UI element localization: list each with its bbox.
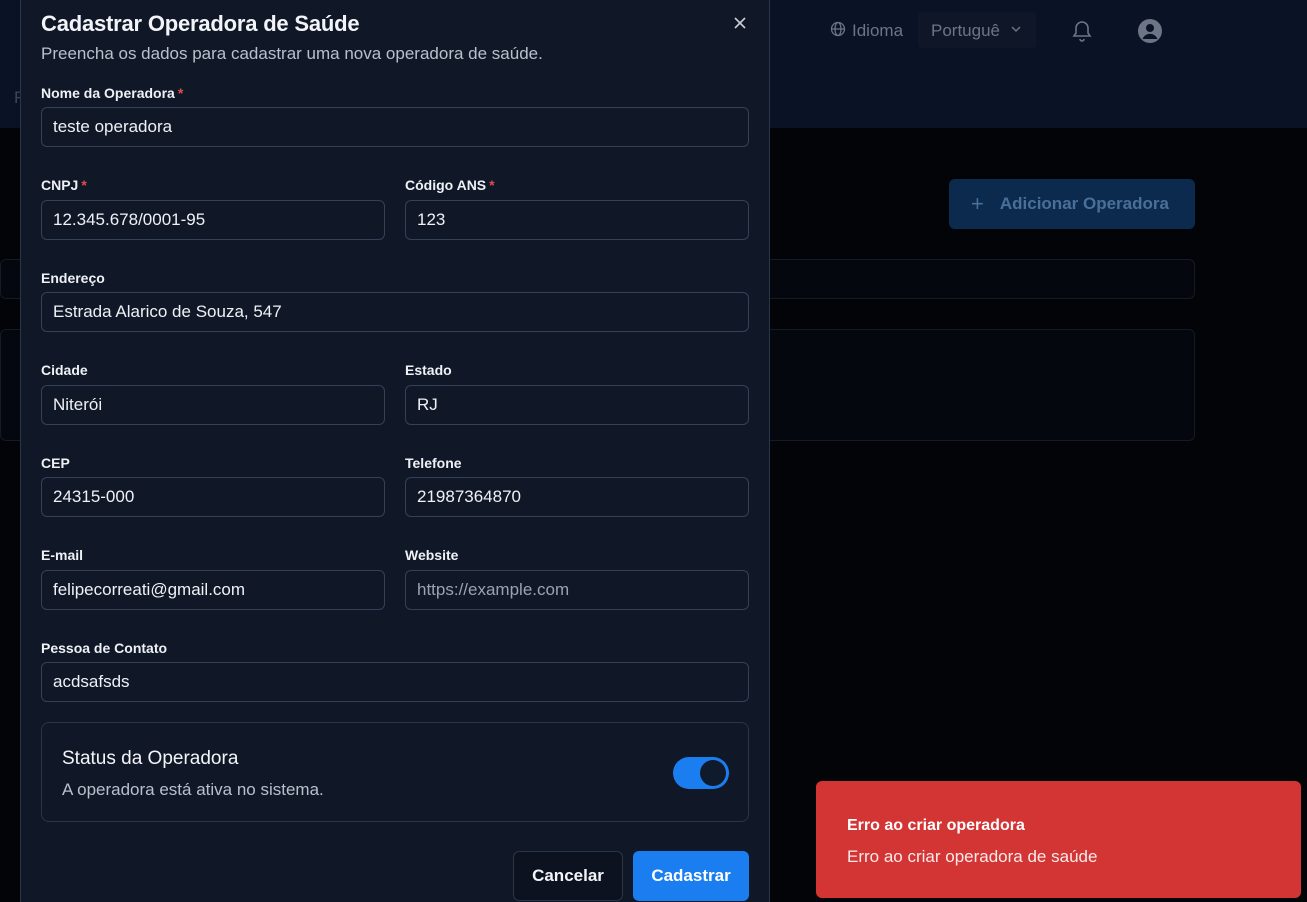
estado-label: Estado	[405, 362, 452, 378]
cancel-button[interactable]: Cancelar	[513, 851, 623, 901]
create-operadora-dialog: Cadastrar Operadora de Saúde Preencha os…	[20, 0, 770, 902]
contato-label: Pessoa de Contato	[41, 640, 168, 656]
cidade-input[interactable]	[41, 385, 385, 425]
toast-description: Erro ao criar operadora de saúde	[847, 847, 1098, 866]
website-label: Website	[405, 547, 459, 563]
toast-title: Erro ao criar operadora	[847, 817, 1025, 834]
cep-label: CEP	[41, 455, 70, 471]
required-mark: *	[177, 85, 184, 101]
cep-input[interactable]	[41, 477, 385, 517]
toggle-knob	[700, 760, 726, 786]
email-input[interactable]	[41, 570, 385, 610]
error-toast[interactable]: Erro ao criar operadora Erro ao criar op…	[816, 781, 1301, 898]
chevron-down-icon	[1011, 26, 1021, 32]
required-mark: *	[489, 177, 495, 193]
codigo-ans-label-text: Código ANS	[405, 177, 487, 193]
status-card: Status da Operadora A operadora está ati…	[41, 722, 749, 822]
estado-input[interactable]	[405, 385, 749, 425]
user-avatar-icon[interactable]	[1137, 18, 1163, 44]
close-button[interactable]	[730, 13, 750, 33]
language-select-value: Portuguê	[931, 21, 1000, 40]
language-label: Idioma	[830, 21, 903, 41]
status-title: Status da Operadora	[62, 748, 239, 769]
language-label-text: Idioma	[852, 21, 904, 40]
codigo-ans-input[interactable]	[405, 200, 749, 240]
codigo-ans-label: Código ANS *	[405, 177, 495, 193]
endereco-input[interactable]	[41, 292, 749, 332]
add-operadora-button[interactable]: + Adicionar Operadora	[949, 179, 1195, 229]
add-operadora-label: Adicionar Operadora	[999, 194, 1169, 213]
status-description: A operadora está ativa no sistema.	[62, 780, 324, 799]
dialog-subtitle: Preencha os dados para cadastrar uma nov…	[41, 44, 543, 63]
globe-icon	[830, 21, 846, 42]
required-mark: *	[81, 177, 87, 193]
nome-input[interactable]	[41, 107, 749, 147]
email-label: E-mail	[41, 547, 84, 563]
cnpj-input[interactable]	[41, 200, 385, 240]
nome-label: Nome da Operadora *	[41, 85, 183, 101]
telefone-label: Telefone	[405, 455, 462, 471]
endereco-label: Endereço	[41, 270, 105, 286]
cidade-label: Cidade	[41, 362, 88, 378]
nome-label-text: Nome da Operadora	[41, 85, 175, 101]
status-toggle[interactable]	[673, 757, 729, 789]
cnpj-label-text: CNPJ	[41, 177, 79, 193]
close-icon	[734, 17, 746, 29]
dialog-title: Cadastrar Operadora de Saúde	[41, 11, 360, 36]
language-select[interactable]: Portuguê	[918, 12, 1036, 48]
submit-button[interactable]: Cadastrar	[633, 851, 749, 901]
plus-icon: +	[971, 191, 984, 216]
telefone-input[interactable]	[405, 477, 749, 517]
contato-input[interactable]	[41, 662, 749, 702]
bell-icon[interactable]	[1071, 18, 1093, 42]
cnpj-label: CNPJ *	[41, 177, 87, 193]
website-input[interactable]	[405, 570, 749, 610]
